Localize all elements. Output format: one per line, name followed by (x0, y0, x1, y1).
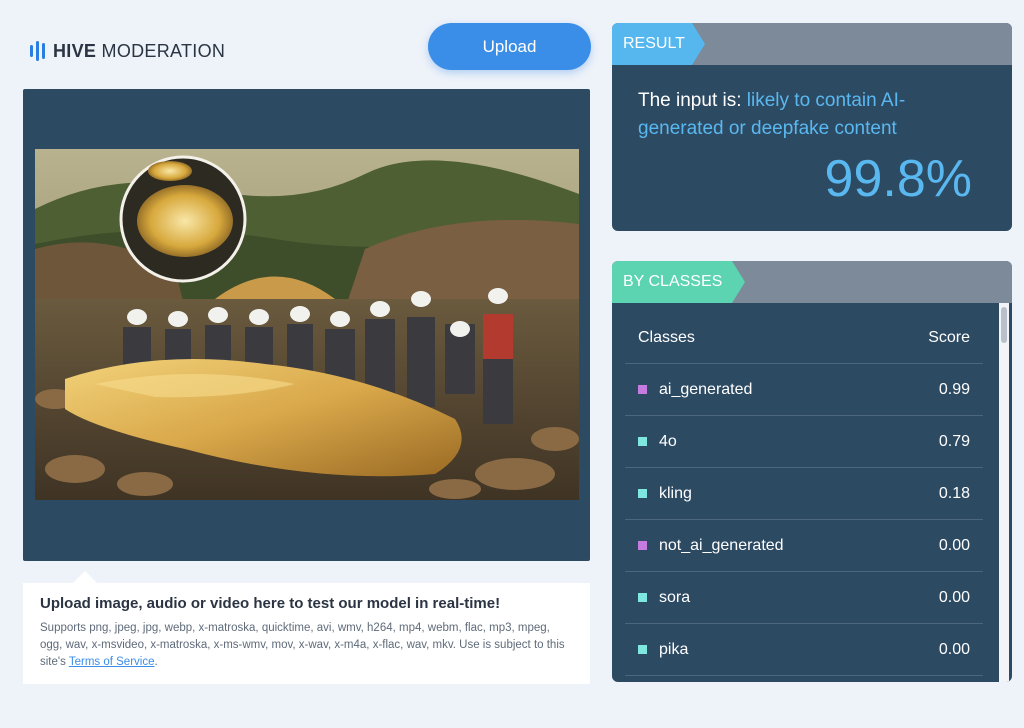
result-card: RESULT The input is: likely to contain A… (612, 23, 1012, 231)
classes-table-header: Classes Score (625, 303, 983, 364)
class-name: 4o (659, 432, 677, 450)
upload-info-box: Upload image, audio or video here to tes… (23, 571, 590, 684)
class-name: pika (659, 640, 689, 658)
class-color-swatch (638, 645, 647, 654)
class-score: 0.00 (938, 640, 970, 658)
class-name: not_ai_generated (659, 536, 784, 554)
result-tag: RESULT (612, 23, 705, 65)
class-color-swatch (638, 489, 647, 498)
scrollbar-thumb[interactable] (1001, 307, 1007, 343)
uploaded-image-illustration (35, 149, 579, 500)
upload-button[interactable]: Upload (428, 23, 591, 70)
class-score: 0.00 (938, 588, 970, 606)
class-row: pika 0.00 (625, 624, 983, 676)
terms-suffix: . (154, 656, 158, 668)
class-row: not_ai_generated 0.00 (625, 520, 983, 572)
result-card-header: RESULT (612, 23, 1012, 65)
result-prefix: The input is: (638, 90, 742, 111)
by-classes-card: BY CLASSES Classes Score ai_generated 0.… (612, 261, 1012, 682)
class-row: 4o 0.79 (625, 416, 983, 468)
class-color-swatch (638, 385, 647, 394)
hive-moderation-logo[interactable]: HIVE MODERATION (30, 40, 225, 62)
class-score: 0.79 (938, 432, 970, 450)
logo-text: HIVE MODERATION (53, 41, 225, 62)
class-name: ai_generated (659, 380, 753, 398)
classes-table[interactable]: Classes Score ai_generated 0.99 4o 0.79 … (625, 303, 983, 682)
class-row: sora 0.00 (625, 572, 983, 624)
class-color-swatch (638, 437, 647, 446)
class-color-swatch (638, 593, 647, 602)
result-statement: The input is: likely to contain AI-gener… (638, 87, 986, 143)
media-preview-panel[interactable] (23, 89, 590, 561)
class-score: 0.18 (938, 484, 970, 502)
class-score: 0.00 (938, 536, 970, 554)
upload-info-title: Upload image, audio or video here to tes… (40, 595, 501, 612)
result-percentage: 99.8% (824, 150, 972, 208)
class-color-swatch (638, 541, 647, 550)
hive-logo-icon (30, 40, 45, 62)
class-row: kling 0.18 (625, 468, 983, 520)
column-header-score: Score (928, 328, 970, 346)
class-name: sora (659, 588, 691, 606)
by-classes-tag: BY CLASSES (612, 261, 745, 303)
logo-text-bold: HIVE (53, 40, 97, 61)
classes-scrollbar[interactable] (999, 303, 1009, 682)
terms-of-service-link[interactable]: Terms of Service (69, 656, 155, 668)
class-score: 0.99 (938, 380, 970, 398)
uploaded-image (35, 149, 579, 500)
logo-text-rest: MODERATION (101, 40, 226, 61)
classes-card-header: BY CLASSES (612, 261, 1012, 303)
class-row: ai_generated 0.99 (625, 364, 983, 416)
supported-formats-text: Supports png, jpeg, jpg, webp, x-matrosk… (40, 620, 573, 671)
column-header-classes: Classes (638, 328, 695, 346)
class-name: kling (659, 484, 692, 502)
